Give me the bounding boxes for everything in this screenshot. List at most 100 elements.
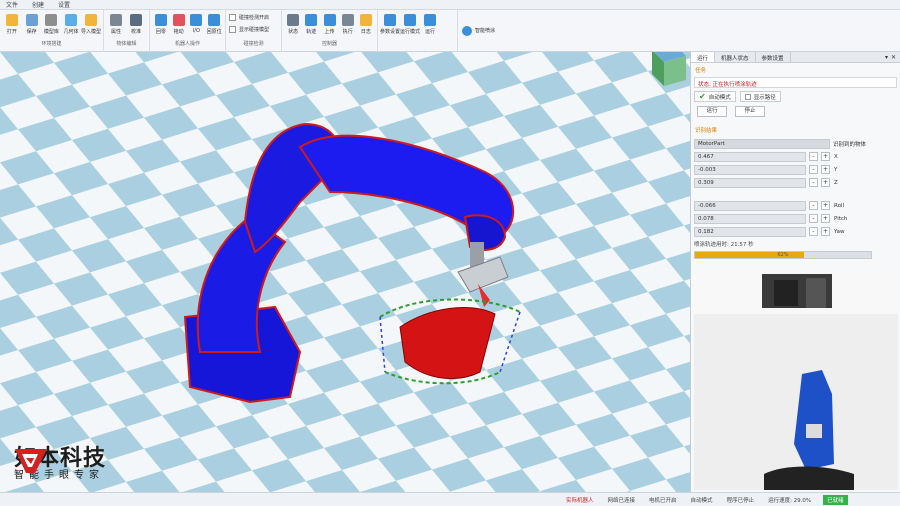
calibrate-icon [130,14,142,26]
tab-params[interactable]: 参数设置 [756,52,791,62]
run-button[interactable]: 运行 [421,12,439,35]
plus-icon[interactable]: + [821,178,830,187]
ribbon-group-2: 回零 拖动 I/O 回原位 机器人操作 [150,10,226,52]
minus-icon[interactable]: - [809,201,818,210]
orientation-cube-icon[interactable] [632,52,690,90]
remaining-time: 喷涂轨迹用时: 21.57 秒 [694,242,754,248]
status-bar: 实际机器人 网络已连接 电机已开启 自动模式 程序已停止 运行速度: 29.0%… [0,492,900,506]
auto-mode-checkbox[interactable]: ✔ 自动模式 [694,91,736,102]
ribbon-button-label: 校准 [130,29,141,35]
menu-settings[interactable]: 设置 [58,0,70,9]
smart-spray-button[interactable]: 智能喷涂 [458,10,499,51]
minus-icon[interactable]: - [809,152,818,161]
params-button[interactable]: 参数设置 [380,12,400,35]
ribbon-button-label: 打开 [6,29,17,35]
ribbon-group-3: 碰撞检测开启 显示碰撞模型 碰撞检测 [226,10,282,52]
mode-button[interactable]: 运行模式 [400,12,421,35]
plus-icon[interactable]: + [821,227,830,236]
task-status: 状态: 正在执行喷涂轨迹 [694,77,897,88]
ribbon-buttons: 碰撞检测开启 显示碰撞模型 [229,12,278,42]
params-icon [384,14,396,26]
folder-button[interactable]: 打开 [3,12,21,35]
menu-create[interactable]: 创建 [32,0,44,9]
floor-grid [0,52,690,492]
ribbon-button-label: 上传 [324,29,335,35]
ribbon-group-name: 控制器 [321,41,337,47]
stop-button[interactable]: 停止 [735,106,765,117]
logo-icon [15,449,47,473]
coord-value[interactable]: 0.309 [694,177,806,188]
menu-file[interactable]: 文件 [6,0,18,9]
ribbon-checkbox-1[interactable]: 显示碰撞模型 [229,24,269,35]
scene-canvas [0,52,690,492]
ribbon-button-label: 运行模式 [400,29,421,35]
auto-mode-label: 自动模式 [708,94,731,101]
folder-icon [5,14,18,26]
run-icon [424,14,436,26]
pin-icon[interactable]: ▾ [885,54,888,61]
coord-value[interactable]: 0.467 [694,151,806,162]
save-button[interactable]: 保存 [23,12,41,35]
library-button[interactable]: 模型库 [43,12,61,35]
log-icon [359,14,372,26]
io-button[interactable]: I/O [189,12,205,34]
plus-icon[interactable]: + [821,152,830,161]
ribbon-toolbar: 打开 保存 模型库 几何体 导入模型 环境搭建 属性 校准 物体编辑 回零 拖动 I/O 回原位 机器人操… [0,10,900,52]
close-icon[interactable]: ✕ [891,54,896,61]
minus-icon[interactable]: - [809,165,818,174]
mode-icon [404,14,416,26]
status-button[interactable]: 状态 [285,12,301,35]
import-button[interactable]: 导入模型 [81,12,102,35]
ribbon-button-label: 日志 [360,29,371,35]
progress-text: 62% [777,252,789,258]
section-task: 任务 [695,68,707,74]
properties-button[interactable]: 属性 [107,12,125,35]
plus-icon[interactable]: + [821,165,830,174]
ribbon-checkbox-0[interactable]: 碰撞检测开启 [229,12,269,23]
real-robot-status: 实际机器人 [566,497,594,504]
tab-robot-status[interactable]: 机器人状态 [715,52,756,62]
plus-icon[interactable]: + [821,214,830,223]
ribbon-group-name: 物体编辑 [116,41,137,47]
coord-row: -0.003- + Y [694,164,897,175]
log-button[interactable]: 日志 [358,12,374,35]
ribbon-button-label: 回零 [155,29,166,35]
execute-button[interactable]: 执行 [340,12,356,35]
coord-value[interactable]: -0.066 [694,200,806,211]
run-button[interactable]: 运行 [697,106,727,117]
status-icon [287,14,300,26]
ribbon-button-label: 保存 [26,29,37,35]
io-icon [190,14,203,26]
reset-button[interactable]: 回原位 [206,12,222,35]
minus-icon[interactable]: - [809,178,818,187]
coord-value[interactable]: 0.182 [694,226,806,237]
home-button[interactable]: 回零 [153,12,169,35]
coord-value[interactable]: 0.078 [694,213,806,224]
coord-value[interactable]: -0.003 [694,164,806,175]
brand-logo: 如本科技 智能手眼专家 [14,448,106,482]
drag-icon [172,14,185,26]
minus-icon[interactable]: - [809,214,818,223]
ribbon-button-label: 运行 [424,29,435,35]
coord-label: Y [834,166,838,173]
network-status: 网络已连接 [607,497,636,504]
show-path-checkbox[interactable]: 显示路径 [739,91,781,102]
3d-viewport[interactable]: 如本科技 智能手眼专家 [0,52,690,492]
cube-button[interactable]: 几何体 [62,12,80,35]
ribbon-buttons: 状态 轨迹 上传 执行 日志 [285,12,374,42]
drag-button[interactable]: 拖动 [171,12,187,35]
tab-run[interactable]: 运行 [691,52,716,62]
upload-button[interactable]: 上传 [321,12,337,35]
plus-icon[interactable]: + [821,201,830,210]
cube-icon [65,14,78,26]
minus-icon[interactable]: - [809,227,818,236]
ribbon-button-label: I/O [192,28,200,34]
camera-image [694,274,898,490]
part-label: 识别到的物体 [833,142,867,148]
ribbon-button-label: 属性 [110,29,121,35]
library-icon [45,14,58,26]
calibrate-button[interactable]: 校准 [127,12,145,35]
part-name-field: MotorPart [694,139,830,149]
ribbon-button-label: 导入模型 [81,29,102,35]
trajectory-button[interactable]: 轨迹 [303,12,319,35]
